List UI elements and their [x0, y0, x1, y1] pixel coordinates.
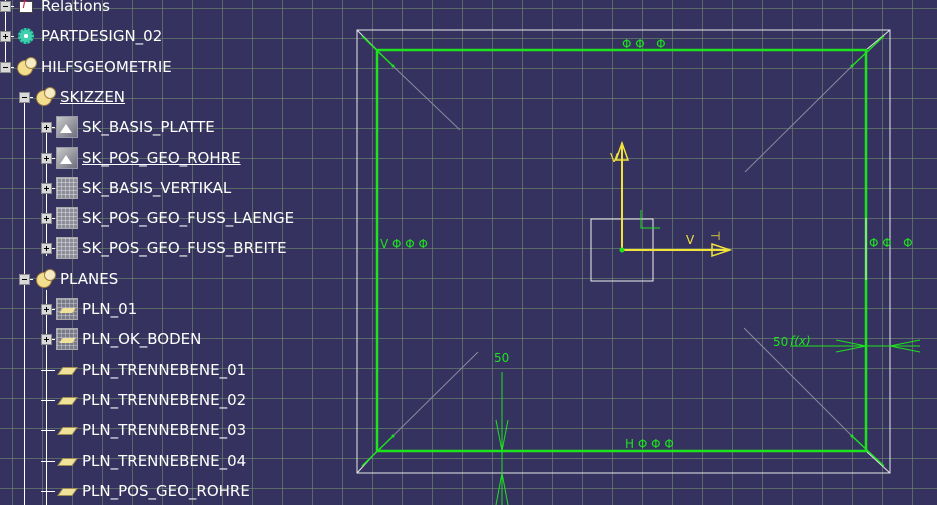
tree-node[interactable]: SKIZZEN: [34, 84, 125, 110]
axis-v-label: V: [610, 151, 619, 165]
tree-node-label: PARTDESIGN_02: [41, 27, 163, 46]
tree-connector-line: [41, 369, 55, 371]
expand-icon[interactable]: [41, 334, 52, 346]
tree-connector-line: [41, 460, 55, 462]
construction-line: [392, 65, 461, 131]
constraint-symbols-bottom[interactable]: H Φ Φ Φ: [625, 437, 674, 451]
constraint-symbols-left[interactable]: V Φ Φ Φ: [380, 237, 428, 251]
sketch-hidden-icon: [56, 176, 78, 199]
tree-node-label: PLN_01: [82, 300, 138, 318]
constraint-symbols-right[interactable]: Φ Φ Φ: [869, 236, 913, 250]
plane-icon: [56, 359, 78, 381]
tree-node-label: PLN_POS_GEO_ROHRE: [82, 481, 250, 500]
plane-icon: [56, 480, 78, 502]
tree-node-label: SK_BASIS_VERTIKAL: [82, 178, 232, 197]
expand-icon[interactable]: [41, 213, 52, 225]
plane-icon: [56, 389, 78, 411]
expand-icon[interactable]: [41, 304, 52, 315]
tree-node[interactable]: SK_POS_GEO_FUSS_LAENGE: [56, 205, 294, 231]
tree-node-label: SK_POS_GEO_FUSS_LAENGE: [82, 209, 295, 228]
sketch-hidden-icon: [56, 237, 78, 260]
tree-node[interactable]: PLN_TRENNEBENE_03: [56, 417, 246, 443]
tree-connector-line: [41, 399, 55, 401]
tree-node[interactable]: SK_POS_GEO_FUSS_BREITE: [56, 235, 287, 261]
tree-node-label: SKIZZEN: [60, 87, 126, 106]
corner-line: [865, 29, 891, 51]
construction-line: [744, 65, 853, 173]
axis-h-label: V: [686, 233, 695, 247]
tree-node-label: HILFSGEOMETRIE: [41, 57, 172, 76]
part-body-icon: [15, 25, 37, 47]
tree-node[interactable]: PLN_TRENNEBENE_04: [56, 448, 246, 474]
collapse-icon[interactable]: [0, 61, 11, 73]
geometrical-set-icon: [34, 268, 56, 290]
specification-tree: Relations PARTDESIGN_02 HILFSGEOMETRIE SKIZ…: [0, 0, 340, 505]
tree-node-label: PLN_TRENNEBENE_03: [82, 421, 247, 440]
formula-icon: f(x): [790, 334, 811, 348]
tree-connector-line: [41, 490, 55, 492]
tree-connector-line: [46, 290, 47, 505]
tree-node[interactable]: Relations: [15, 0, 110, 19]
tree-node[interactable]: SK_BASIS_PLATTE: [56, 114, 215, 140]
collapse-icon[interactable]: [0, 1, 11, 12]
tree-node[interactable]: SK_BASIS_VERTIKAL: [56, 175, 231, 201]
dimension-horizontal-value[interactable]: 50: [773, 335, 788, 349]
expand-icon[interactable]: [41, 243, 52, 255]
vertex-point: [850, 434, 854, 438]
origin-point: [619, 247, 625, 253]
sketch-icon: [56, 146, 78, 169]
tree-connector-line: [24, 96, 25, 505]
tree-node[interactable]: PLN_POS_GEO_ROHRE: [56, 478, 250, 504]
tree-node[interactable]: PLANES: [34, 266, 118, 292]
construction-line: [392, 351, 479, 437]
tree-node[interactable]: PARTDESIGN_02: [15, 23, 162, 49]
tree-node-label: PLANES: [60, 269, 119, 288]
collapse-icon[interactable]: [19, 91, 30, 103]
geometrical-set-icon: [34, 86, 56, 108]
expand-icon[interactable]: [0, 31, 11, 43]
tree-node[interactable]: SK_POS_GEO_ROHRE: [56, 145, 241, 171]
corner-line: [865, 450, 891, 474]
collapse-icon[interactable]: [19, 273, 30, 285]
relations-icon: [15, 0, 37, 17]
tree-node[interactable]: PLN_OK_BODEN: [56, 326, 201, 352]
tree-node-label: SK_POS_GEO_FUSS_BREITE: [82, 239, 287, 258]
tree-node[interactable]: PLN_TRENNEBENE_02: [56, 387, 246, 413]
axis-tick-label: ⊣: [710, 229, 720, 243]
vertex-point: [391, 434, 395, 438]
plane-icon: [56, 419, 78, 441]
tree-node[interactable]: PLN_01: [56, 296, 137, 322]
expand-icon[interactable]: [41, 152, 52, 164]
tree-node-label: SK_BASIS_PLATTE: [82, 118, 215, 137]
tree-node-label: PLN_OK_BODEN: [82, 330, 202, 349]
plane-icon: [56, 450, 78, 472]
constraint-symbols-top[interactable]: Φ Φ Φ: [622, 37, 666, 51]
vertex-point: [391, 64, 395, 68]
plane-hidden-icon: [56, 328, 78, 351]
sketch-icon: [56, 116, 78, 139]
tree-node-label: SK_POS_GEO_ROHRE: [82, 148, 241, 167]
tree-connector-line: [41, 430, 55, 432]
tree-node-label: PLN_TRENNEBENE_02: [82, 390, 247, 409]
vertex-point: [850, 64, 854, 68]
expand-icon[interactable]: [41, 182, 52, 194]
tree-node-label: PLN_TRENNEBENE_04: [82, 451, 247, 470]
plane-hidden-icon: [56, 298, 78, 320]
tree-node-label: PLN_TRENNEBENE_01: [82, 360, 247, 379]
tree-node[interactable]: HILFSGEOMETRIE: [15, 54, 172, 80]
geometrical-set-icon: [15, 56, 37, 78]
sketch-hidden-icon: [56, 207, 78, 230]
tree-node-label: Relations: [41, 0, 110, 15]
expand-icon[interactable]: [41, 122, 52, 134]
dimension-vertical-value[interactable]: 50: [494, 351, 509, 365]
tree-node[interactable]: PLN_TRENNEBENE_01: [56, 357, 246, 383]
